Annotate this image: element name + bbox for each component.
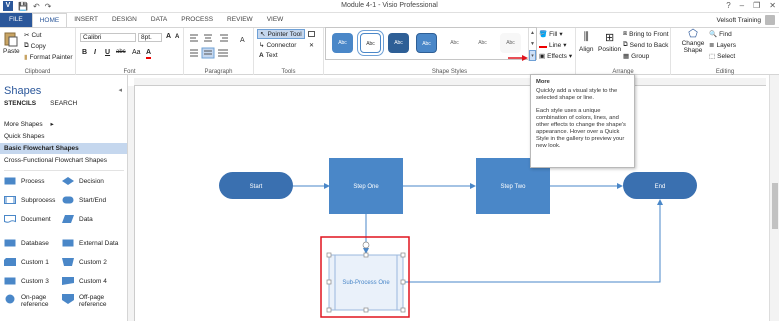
end-shape-label: End (655, 184, 666, 190)
step-one-label: Step One (353, 184, 379, 190)
rotation-handle-icon[interactable] (362, 241, 370, 249)
start-shape-label: Start (250, 184, 263, 190)
tooltip-line-2: Each style uses a unique combination of … (536, 108, 626, 149)
step-two-label: Step Two (501, 184, 527, 190)
diagram-layer: Start Step One Step Two End Sub-Process … (219, 158, 697, 318)
tooltip-title: More (536, 79, 550, 85)
tooltip-line-1: Quickly add a visual style to the select… (536, 88, 618, 101)
sub-process-one-label: Sub-Process One (342, 280, 390, 286)
more-tooltip: More Quickly add a visual style to the s… (530, 74, 635, 168)
